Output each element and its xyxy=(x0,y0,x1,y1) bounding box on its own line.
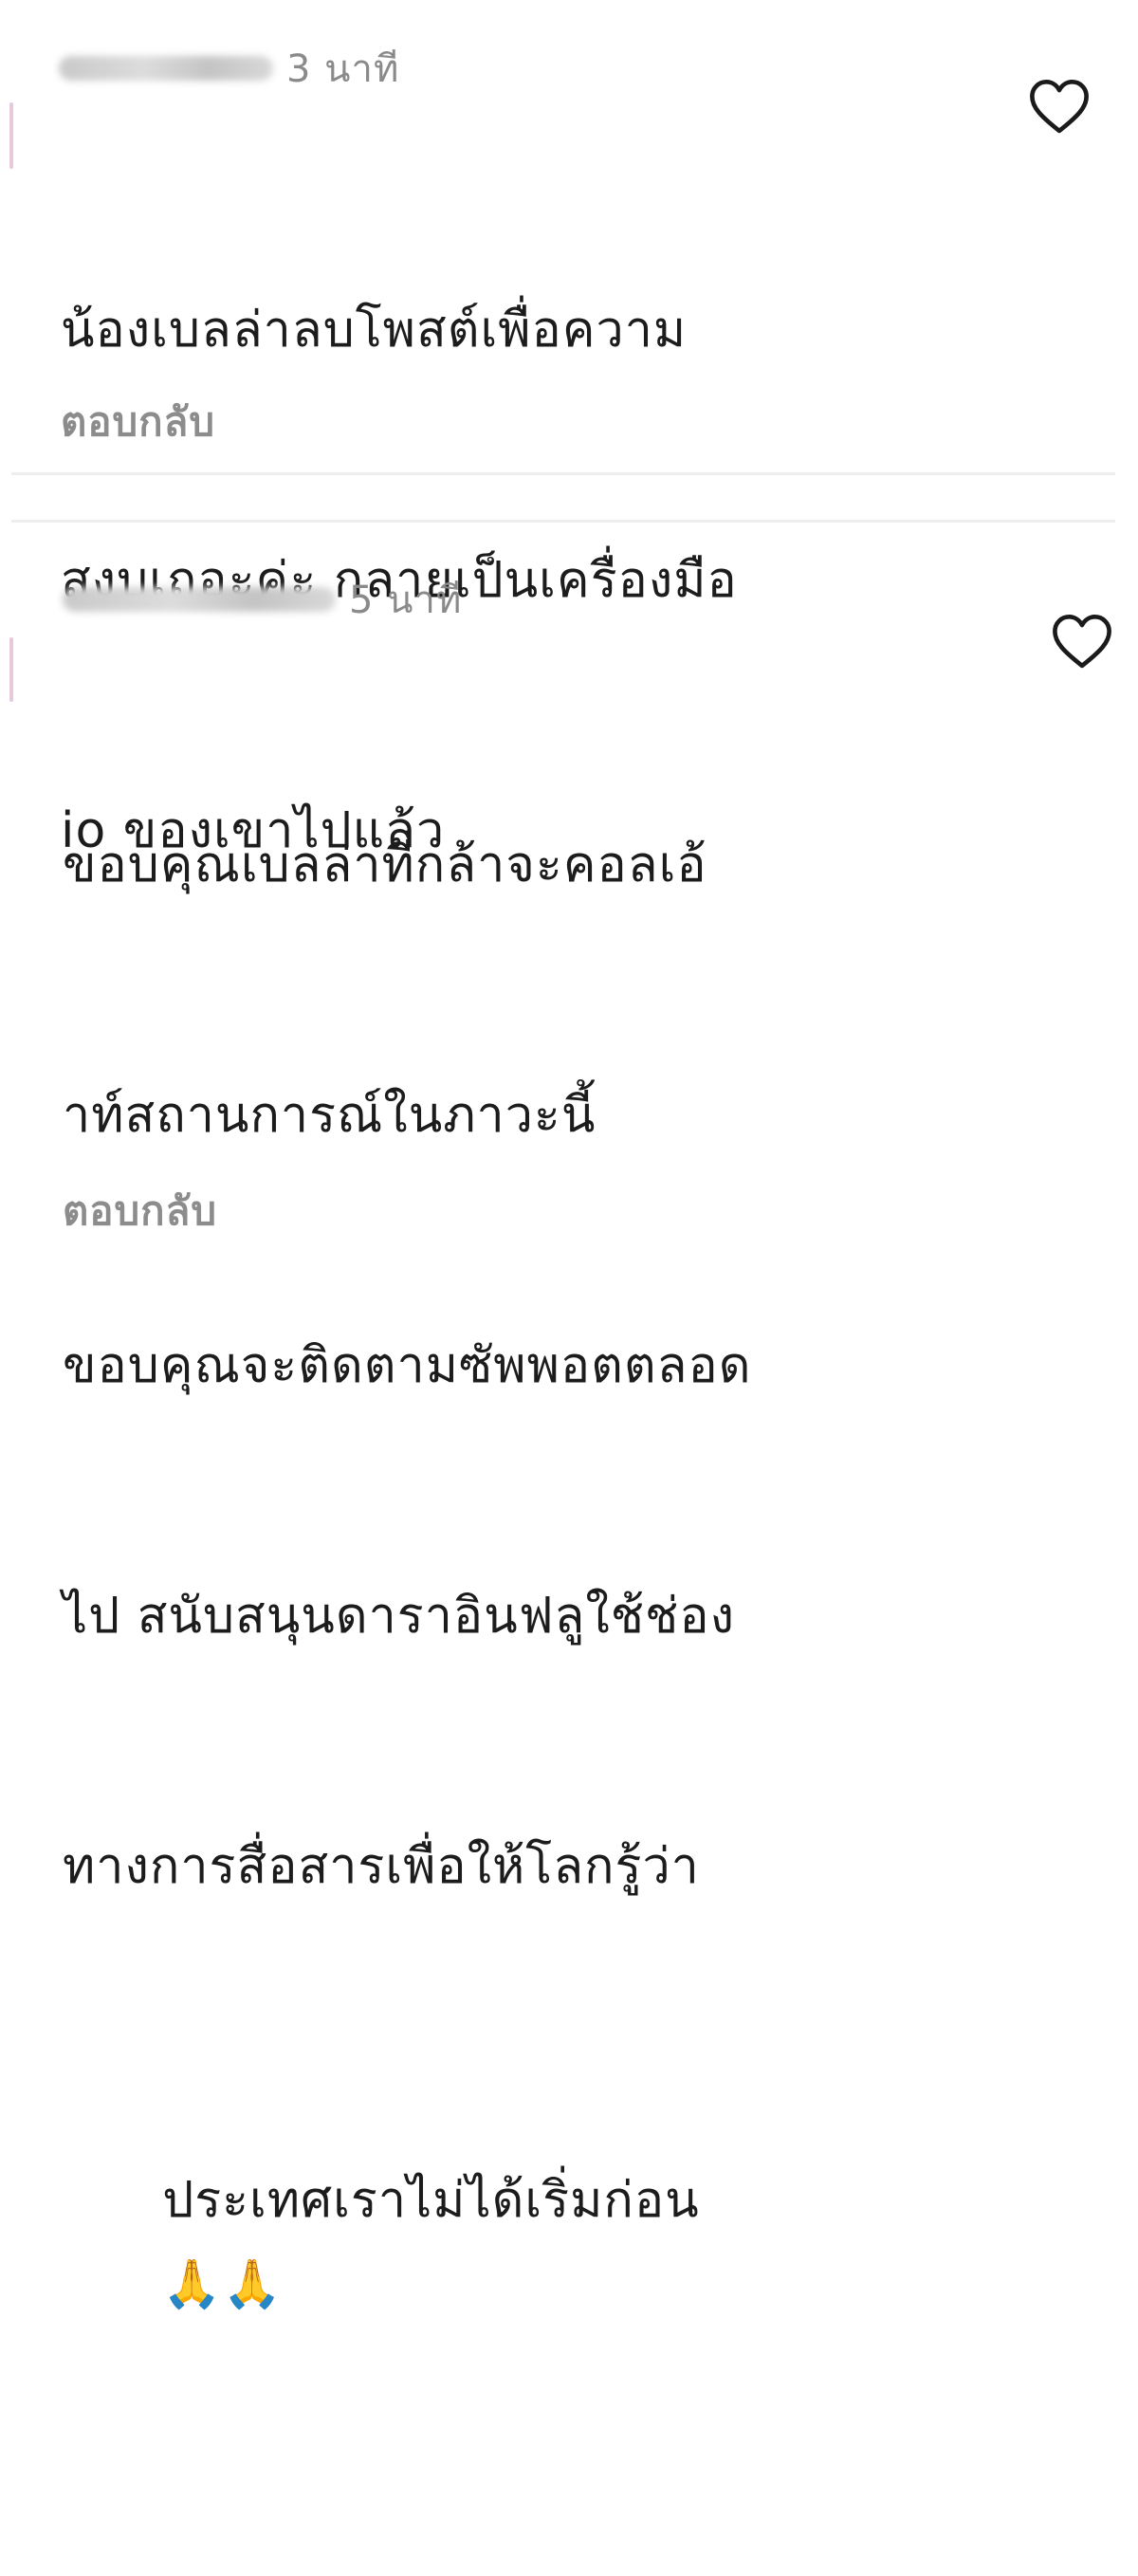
divider xyxy=(11,520,1115,523)
comment-line: าท์สถานการณ์ในภาวะนี้ xyxy=(63,1087,597,1144)
username-blurred[interactable] xyxy=(59,56,273,81)
comment-item: 5 นาที ขอบคุณเบลล่าที่กล้าจะคอลเอ้ าท์สถ… xyxy=(0,531,1138,2308)
comment-item: 3 นาที น้องเบลล่าลบโพสต์เพื่อความ สงบเถอ… xyxy=(0,0,1138,859)
comment-meta: 3 นาที xyxy=(59,40,399,97)
folded-hands-emoji: 🙏🙏 xyxy=(162,2256,283,2311)
comment-line: น้องเบลล่าลบโพสต์เพื่อความ xyxy=(61,302,688,359)
comment-thread-line xyxy=(9,637,13,702)
divider xyxy=(11,472,1115,475)
comment-line: ประเทศเราไม่ได้เริ่มก่อน 🙏🙏 xyxy=(63,2075,751,2409)
username-blurred[interactable] xyxy=(63,587,336,612)
reply-button[interactable]: ตอบกลับ xyxy=(61,391,215,453)
comment-line: ทางการสื่อสารเพื่อให้โลกรู้ว่า xyxy=(63,1838,700,1895)
reply-button[interactable]: ตอบกลับ xyxy=(63,1180,217,1242)
comment-line: ไป สนับสนุนดาราอินฟลูใช้ช่อง xyxy=(63,1588,735,1645)
comment-text: ขอบคุณเบลล่าที่กล้าจะคอลเอ้ าท์สถานการณ์… xyxy=(63,656,751,2576)
heart-outline-icon[interactable] xyxy=(1051,613,1113,670)
comment-timestamp: 5 นาที xyxy=(349,579,463,622)
comment-timestamp: 3 นาที xyxy=(286,47,400,91)
comment-line: ขอบคุณเบลล่าที่กล้าจะคอลเอ้ xyxy=(63,837,707,893)
heart-outline-icon[interactable] xyxy=(1028,78,1091,135)
comment-line-text: ประเทศเราไม่ได้เริ่มก่อน xyxy=(162,2172,700,2229)
comment-thread-line xyxy=(9,102,13,169)
comment-meta: 5 นาที xyxy=(63,571,462,628)
comment-line: ขอบคุณจะติดตามซัพพอตตลอด xyxy=(63,1337,752,1394)
